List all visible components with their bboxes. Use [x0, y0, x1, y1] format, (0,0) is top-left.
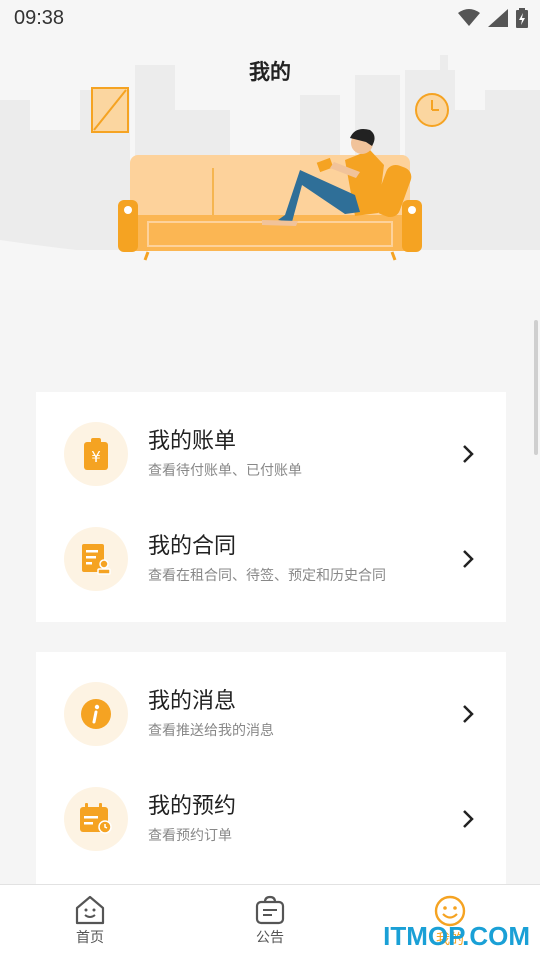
tab-notice[interactable]: 公告: [180, 885, 360, 960]
scrollbar[interactable]: [534, 320, 538, 455]
menu-card-services: 我的消息 查看推送给我的消息 我的预约 查看预约订单: [36, 652, 506, 884]
menu-item-subtitle: 查看待付账单、已付账单: [148, 463, 302, 479]
menu-item-title: 我的合同: [148, 534, 237, 559]
house-icon: [75, 895, 105, 925]
menu-item-subtitle: 查看在租合同、待签、预定和历史合同: [148, 568, 386, 584]
tab-label: 首页: [76, 930, 104, 946]
menu-item-my-bills[interactable]: ¥ 我的账单 查看待付账单、已付账单: [36, 404, 506, 504]
menu-item-title: 我的消息: [148, 689, 237, 714]
menu-item-subtitle: 查看预约订单: [148, 828, 232, 844]
chevron-right-icon: [463, 810, 474, 828]
svg-text:¥: ¥: [91, 448, 101, 466]
contract-document-icon: [82, 544, 111, 575]
menu-item-subtitle: 查看推送给我的消息: [148, 723, 274, 739]
status-bar: 09:38: [0, 0, 540, 36]
menu-icon-bg: ¥: [64, 422, 128, 486]
wifi-icon: [458, 9, 480, 26]
menu-item-my-messages[interactable]: 我的消息 查看推送给我的消息: [36, 664, 506, 764]
bill-yuan-icon: ¥: [84, 438, 108, 470]
header-illustration: [0, 0, 540, 290]
signal-icon: [488, 9, 508, 27]
menu-card-account: ¥ 我的账单 查看待付账单、已付账单 我的合同 查看在租合同、待签、预定和历史合…: [36, 392, 506, 622]
menu-icon-bg: [64, 787, 128, 851]
page-title: 我的: [249, 60, 291, 84]
menu-item-my-appointments[interactable]: 我的预约 查看预约订单: [36, 769, 506, 869]
menu-icon-bg: [64, 527, 128, 591]
tab-home[interactable]: 首页: [0, 885, 180, 960]
info-message-icon: [81, 699, 111, 729]
menu-item-my-contracts[interactable]: 我的合同 查看在租合同、待签、预定和历史合同: [36, 509, 506, 609]
watermark: ITMOP.COM: [383, 921, 530, 951]
menu-item-title: 我的账单: [148, 429, 237, 454]
menu-item-title: 我的预约: [148, 794, 237, 819]
chevron-right-icon: [463, 705, 474, 723]
chevron-right-icon: [463, 550, 474, 568]
status-time: 09:38: [14, 6, 65, 29]
calendar-appointment-icon: [80, 803, 112, 834]
notice-bag-icon: [255, 895, 285, 925]
sofa-reading-illustration: [0, 55, 540, 290]
chevron-right-icon: [463, 445, 474, 463]
menu-icon-bg: [64, 682, 128, 746]
battery-charging-icon: [516, 8, 528, 28]
tab-label: 公告: [256, 930, 284, 946]
